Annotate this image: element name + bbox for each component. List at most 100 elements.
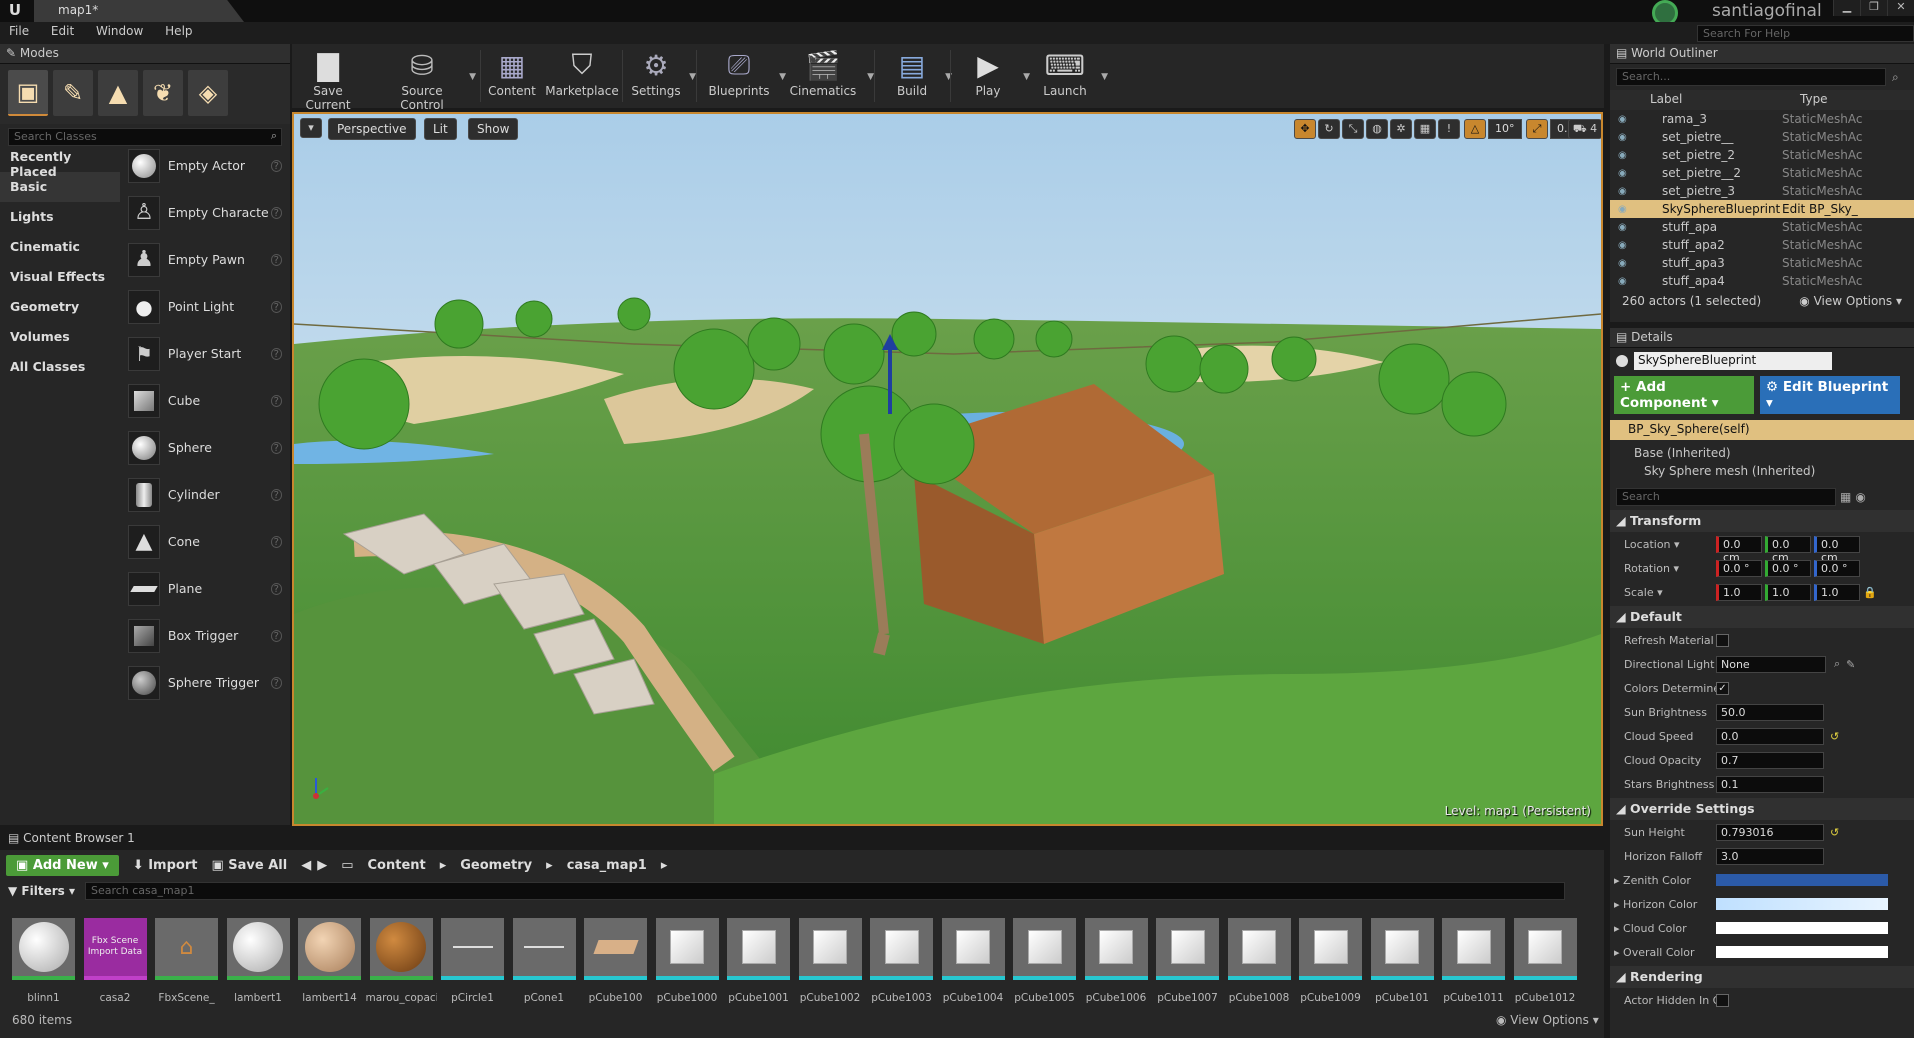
class-item[interactable]: Sphere? (122, 424, 282, 471)
chevron-down-icon[interactable]: ▼ (1101, 72, 1108, 82)
menu-file[interactable]: File (0, 22, 38, 38)
lock-icon[interactable]: 🔒 (1863, 586, 1877, 599)
location-label[interactable]: Location ▾ (1624, 538, 1716, 551)
surface-snap-icon[interactable]: ✲ (1390, 119, 1412, 139)
outliner-row[interactable]: ◉ set_pietre__2 StaticMeshAc (1610, 164, 1914, 182)
asset-tile[interactable]: pCone1 (509, 918, 580, 1010)
help-icon[interactable]: ? (270, 253, 282, 266)
column-type[interactable]: Type (1800, 92, 1828, 110)
outliner-row[interactable]: ◉ stuff_apa3 StaticMeshAc (1610, 254, 1914, 272)
lit-button[interactable]: Lit (424, 118, 457, 140)
asset-tile[interactable]: pCube1009 (1295, 918, 1366, 1010)
asset-tile[interactable]: pCube1002 (795, 918, 866, 1010)
breadcrumb-content[interactable]: Content (368, 858, 426, 873)
rotation-x[interactable]: 0.0 ° (1716, 559, 1762, 577)
class-item[interactable]: Cylinder? (122, 471, 282, 518)
help-icon[interactable]: ? (270, 394, 282, 407)
asset-tile[interactable]: lambert1 (223, 918, 294, 1010)
breadcrumb-casa-map1[interactable]: casa_map1 (567, 858, 647, 873)
class-item[interactable]: ♟ Empty Pawn? (122, 236, 282, 283)
outliner-row[interactable]: ◉ stuff_apa StaticMeshAc (1610, 218, 1914, 236)
outliner-row[interactable]: ◉ stuff_apa2 StaticMeshAc (1610, 236, 1914, 254)
source-control-button[interactable]: ⛁ Source Control ▼ (380, 46, 476, 113)
help-icon[interactable]: ? (270, 488, 282, 501)
marketplace-button[interactable]: ⛉ Marketplace (544, 46, 620, 106)
save-all-button[interactable]: ▣ Save All (211, 858, 287, 873)
geometry-mode-icon[interactable]: ◈ (188, 70, 228, 116)
directional-light-dropdown[interactable]: None (1716, 655, 1826, 673)
asset-tile[interactable]: pCube1001 (723, 918, 794, 1010)
chevron-down-icon[interactable]: ▼ (867, 72, 874, 82)
asset-tile[interactable]: ⌂ FbxScene_ (151, 918, 222, 1010)
launch-button[interactable]: ⌨ Launch ▼ (1034, 46, 1108, 106)
cloud-color-label[interactable]: ▸ Cloud Color (1614, 922, 1716, 935)
horizon-color-label[interactable]: ▸ Horizon Color (1614, 898, 1716, 911)
column-label[interactable]: Label (1650, 92, 1800, 110)
foliage-mode-icon[interactable]: ❦ (143, 70, 183, 116)
cloud-speed-field[interactable]: 0.0 (1716, 727, 1824, 745)
help-icon[interactable]: ? (270, 206, 282, 219)
visibility-eye-icon[interactable]: ◉ (1618, 186, 1632, 197)
sun-brightness-field[interactable]: 50.0 (1716, 703, 1824, 721)
asset-tile[interactable]: lambert14 (294, 918, 365, 1010)
scale-y[interactable]: 1.0 (1765, 583, 1811, 601)
asset-tile[interactable]: Fbx Scene Import Data casa2 (80, 918, 151, 1010)
override-settings-section[interactable]: ◢ Override Settings (1610, 798, 1914, 820)
build-button[interactable]: ▤ Build ▼ (884, 46, 952, 106)
asset-tile[interactable]: pCube1008 (1224, 918, 1295, 1010)
asset-tile[interactable]: pCube101 (1367, 918, 1438, 1010)
outliner-view-options-button[interactable]: ◉ View Options ▾ (1799, 294, 1902, 308)
class-item[interactable]: ⚑ Player Start? (122, 330, 282, 377)
class-item[interactable]: Cube? (122, 377, 282, 424)
minimize-icon[interactable]: ▁ (1833, 0, 1860, 16)
category-all-classes[interactable]: All Classes (0, 352, 120, 382)
visibility-eye-icon[interactable]: ◉ (1618, 276, 1632, 287)
class-item[interactable]: ♙ Empty Characte? (122, 189, 282, 236)
filters-button[interactable]: ▼ Filters ▾ (8, 884, 75, 898)
class-item[interactable]: ▲ Cone? (122, 518, 282, 565)
visibility-eye-icon[interactable]: ◉ (1618, 240, 1632, 251)
outliner-row[interactable]: ◉ set_pietre_3 StaticMeshAc (1610, 182, 1914, 200)
search-icon[interactable]: ⌕ (1834, 657, 1840, 671)
zenith-color-swatch[interactable] (1716, 874, 1888, 886)
modes-tab[interactable]: ✎ Modes (0, 44, 290, 64)
camera-speed-icon[interactable]: ⛟ 4 (1568, 119, 1601, 139)
rotation-y[interactable]: 0.0 ° (1765, 559, 1811, 577)
asset-tile[interactable]: pCube1011 (1438, 918, 1509, 1010)
cinematics-button[interactable]: 🎬 Cinematics ▼ (784, 46, 874, 106)
category-volumes[interactable]: Volumes (0, 322, 120, 352)
help-icon[interactable]: ? (270, 159, 282, 172)
location-z[interactable]: 0.0 cm (1814, 535, 1860, 564)
scale-icon[interactable]: ⤡ (1342, 119, 1364, 139)
visibility-eye-icon[interactable]: ◉ (1618, 258, 1632, 269)
level-tab[interactable]: map1* (34, 0, 244, 22)
zenith-color-label[interactable]: ▸ Zenith Color (1614, 874, 1716, 887)
asset-tile[interactable]: pCube1000 (652, 918, 723, 1010)
sun-height-field[interactable]: 0.793016 (1716, 823, 1824, 841)
import-button[interactable]: ⬇ Import (133, 858, 198, 873)
scale-label[interactable]: Scale ▾ (1624, 586, 1716, 599)
property-matrix-icon[interactable]: ▦ (1840, 490, 1851, 504)
add-component-button[interactable]: + Add Component ▾ (1614, 376, 1754, 414)
cloud-opacity-field[interactable]: 0.7 (1716, 751, 1824, 769)
help-icon[interactable]: ? (270, 441, 282, 454)
asset-tile[interactable]: pCube1012 (1510, 918, 1581, 1010)
colors-determine-checkbox[interactable]: ✓ (1716, 681, 1729, 695)
class-item[interactable]: Empty Actor? (122, 142, 282, 189)
outliner-row[interactable]: ◉ SkySphereBlueprint Edit BP_Sky_ (1610, 200, 1914, 218)
grid-size-icon[interactable]: ! (1438, 119, 1460, 139)
category-recently-placed[interactable]: Recently Placed (0, 142, 120, 179)
horizon-color-swatch[interactable] (1716, 898, 1888, 910)
category-lights[interactable]: Lights (0, 202, 120, 232)
horizon-falloff-field[interactable]: 3.0 (1716, 847, 1824, 865)
edit-blueprint-button[interactable]: ⚙ Edit Blueprint ▾ (1760, 376, 1900, 414)
details-tab[interactable]: ▤ Details (1610, 328, 1914, 348)
menu-help[interactable]: Help (156, 22, 201, 38)
overall-color-label[interactable]: ▸ Overall Color (1614, 946, 1716, 959)
location-x[interactable]: 0.0 cm (1716, 535, 1762, 564)
asset-tile[interactable]: pCube1006 (1081, 918, 1152, 1010)
visibility-eye-icon[interactable]: ◉ (1618, 204, 1632, 215)
class-item[interactable]: Sphere Trigger? (122, 659, 282, 706)
breadcrumb-geometry[interactable]: Geometry (460, 858, 532, 873)
chevron-down-icon[interactable]: ▼ (469, 72, 476, 82)
